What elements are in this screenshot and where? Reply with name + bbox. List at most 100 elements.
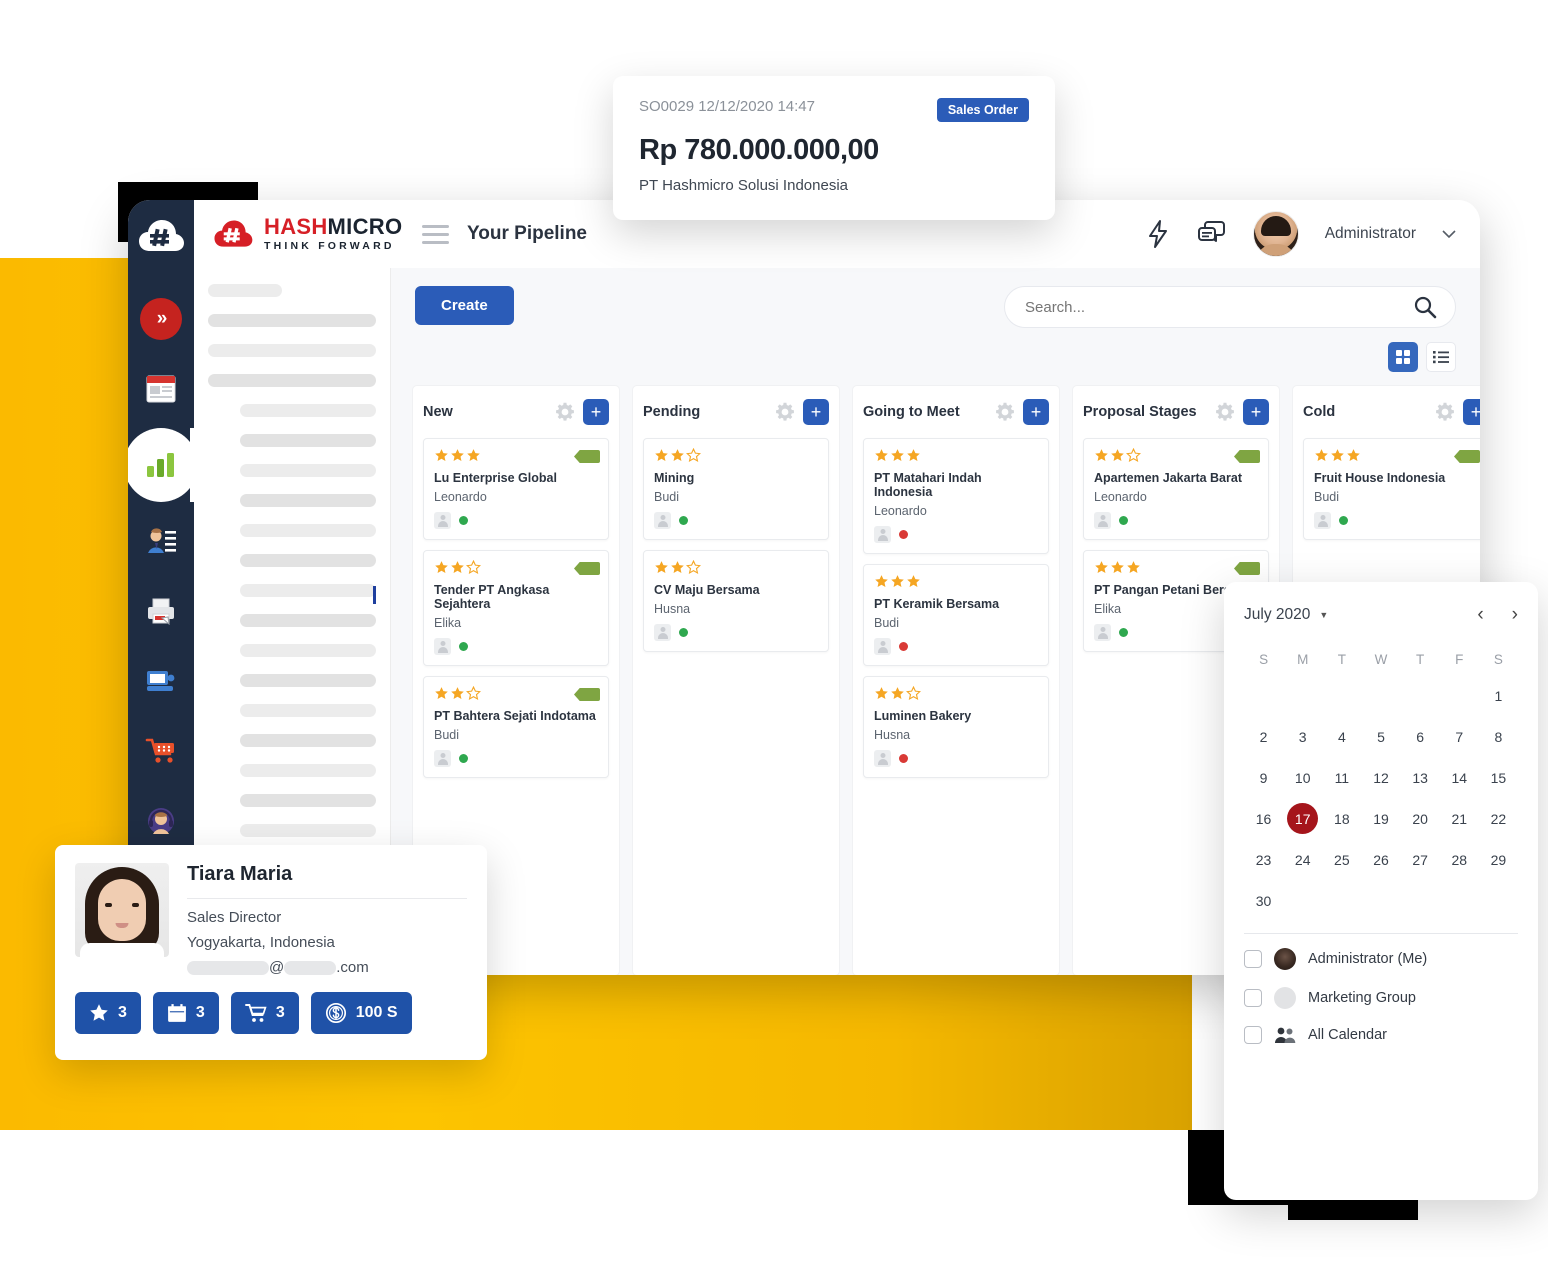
- user-menu-label[interactable]: Administrator: [1325, 225, 1416, 243]
- calendar-day[interactable]: 28: [1440, 839, 1479, 880]
- calendar-source-item[interactable]: Administrator (Me): [1244, 948, 1518, 970]
- card-rating-stars[interactable]: [654, 560, 818, 575]
- gear-icon[interactable]: [995, 402, 1015, 422]
- card-rating-stars[interactable]: [1094, 448, 1258, 463]
- calendar-day[interactable]: 18: [1322, 798, 1361, 839]
- create-button[interactable]: Create: [415, 286, 514, 325]
- sidebar-item-support[interactable]: [138, 798, 184, 844]
- grid-view-toggle[interactable]: [1388, 342, 1418, 372]
- calendar-day[interactable]: 12: [1361, 757, 1400, 798]
- contact-stat-badge[interactable]: 3: [75, 992, 141, 1034]
- sidebar-item-pos[interactable]: [138, 658, 184, 704]
- calendar-month-label[interactable]: July 2020: [1244, 606, 1310, 624]
- card-rating-stars[interactable]: [874, 686, 1038, 701]
- calendar-day-today[interactable]: 17: [1283, 798, 1322, 839]
- search-icon[interactable]: [1413, 295, 1437, 319]
- calendar-day[interactable]: 8: [1479, 716, 1518, 757]
- sidebar-item-expand-menu[interactable]: »: [138, 296, 184, 342]
- calendar-prev-button[interactable]: ‹: [1477, 604, 1483, 626]
- gear-icon[interactable]: [1435, 402, 1455, 422]
- pipeline-card[interactable]: Lu Enterprise Global Leonardo: [423, 438, 609, 540]
- sidebar-item-reports[interactable]: [132, 436, 190, 494]
- sidebar-item-sales[interactable]: [138, 728, 184, 774]
- search-input[interactable]: [1025, 298, 1413, 316]
- card-rating-stars[interactable]: [1094, 560, 1258, 575]
- calendar-source-item[interactable]: Marketing Group: [1244, 987, 1518, 1009]
- pipeline-card[interactable]: Tender PT Angkasa Sejahtera Elika: [423, 550, 609, 666]
- card-status-dot: [899, 530, 908, 539]
- add-card-button[interactable]: +: [1023, 399, 1049, 425]
- card-rating-stars[interactable]: [434, 686, 598, 701]
- sidebar-item-printing[interactable]: [138, 588, 184, 634]
- pipeline-card[interactable]: Apartemen Jakarta Barat Leonardo: [1083, 438, 1269, 540]
- card-rating-stars[interactable]: [434, 560, 598, 575]
- contact-stat-badge[interactable]: 3: [230, 992, 299, 1034]
- calendar-day[interactable]: 15: [1479, 757, 1518, 798]
- calendar-day[interactable]: 22: [1479, 798, 1518, 839]
- calendar-day[interactable]: 23: [1244, 839, 1283, 880]
- contact-stat-badge[interactable]: 3: [152, 992, 219, 1034]
- search-box[interactable]: [1004, 286, 1456, 328]
- user-avatar[interactable]: [1252, 211, 1299, 257]
- calendar-day[interactable]: 9: [1244, 757, 1283, 798]
- add-card-button[interactable]: +: [583, 399, 609, 425]
- calendar-weekday: T: [1416, 652, 1425, 667]
- calendar-day[interactable]: 20: [1401, 798, 1440, 839]
- pipeline-card[interactable]: PT Bahtera Sejati Indotama Budi: [423, 676, 609, 778]
- calendar-day[interactable]: 24: [1283, 839, 1322, 880]
- add-card-button[interactable]: +: [1463, 399, 1480, 425]
- pipeline-card[interactable]: PT Matahari Indah Indonesia Leonardo: [863, 438, 1049, 554]
- calendar-day[interactable]: 30: [1244, 880, 1283, 921]
- chat-icon[interactable]: [1197, 220, 1227, 248]
- sidebar-item-news[interactable]: [138, 366, 184, 412]
- calendar-day[interactable]: 14: [1440, 757, 1479, 798]
- pipeline-card[interactable]: CV Maju Bersama Husna: [643, 550, 829, 652]
- calendar-day[interactable]: 13: [1401, 757, 1440, 798]
- calendar-day[interactable]: 3: [1283, 716, 1322, 757]
- bar-chart-icon: [147, 453, 174, 477]
- calendar-day[interactable]: 1: [1479, 675, 1518, 716]
- divider: [1244, 933, 1518, 934]
- calendar-day[interactable]: 27: [1401, 839, 1440, 880]
- pipeline-card[interactable]: PT Keramik Bersama Budi: [863, 564, 1049, 666]
- calendar-source-item[interactable]: All Calendar: [1244, 1026, 1518, 1044]
- list-view-toggle[interactable]: [1426, 342, 1456, 372]
- calendar-day[interactable]: 16: [1244, 798, 1283, 839]
- card-rating-stars[interactable]: [654, 448, 818, 463]
- calendar-day[interactable]: 5: [1361, 716, 1400, 757]
- calendar-day[interactable]: 6: [1401, 716, 1440, 757]
- menu-toggle-icon[interactable]: [422, 224, 449, 244]
- pipeline-card[interactable]: Mining Budi: [643, 438, 829, 540]
- card-rating-stars[interactable]: [874, 574, 1038, 589]
- calendar-day[interactable]: 2: [1244, 716, 1283, 757]
- kanban-column-header: Pending +: [643, 386, 829, 438]
- calendar-day[interactable]: 10: [1283, 757, 1322, 798]
- calendar-day[interactable]: 19: [1361, 798, 1400, 839]
- calendar-day[interactable]: 11: [1322, 757, 1361, 798]
- contact-stat-badge[interactable]: 100 S: [310, 992, 412, 1034]
- add-card-button[interactable]: +: [1243, 399, 1269, 425]
- card-rating-stars[interactable]: [874, 448, 1038, 463]
- calendar-day[interactable]: 21: [1440, 798, 1479, 839]
- card-rating-stars[interactable]: [1314, 448, 1478, 463]
- calendar-source-checkbox[interactable]: [1244, 1026, 1262, 1044]
- lightning-bolt-icon[interactable]: [1145, 219, 1171, 249]
- calendar-source-checkbox[interactable]: [1244, 950, 1262, 968]
- calendar-day[interactable]: 4: [1322, 716, 1361, 757]
- calendar-next-button[interactable]: ›: [1512, 604, 1518, 626]
- gear-icon[interactable]: [1215, 402, 1235, 422]
- pipeline-card[interactable]: Fruit House Indonesia Budi: [1303, 438, 1480, 540]
- chevron-down-icon[interactable]: [1442, 229, 1456, 239]
- calendar-source-checkbox[interactable]: [1244, 989, 1262, 1007]
- gear-icon[interactable]: [555, 402, 575, 422]
- chevron-down-icon[interactable]: ▼: [1319, 610, 1328, 620]
- calendar-day[interactable]: 29: [1479, 839, 1518, 880]
- calendar-day[interactable]: 7: [1440, 716, 1479, 757]
- card-rating-stars[interactable]: [434, 448, 598, 463]
- calendar-day[interactable]: 25: [1322, 839, 1361, 880]
- calendar-day[interactable]: 26: [1361, 839, 1400, 880]
- sidebar-item-contacts[interactable]: [138, 518, 184, 564]
- pipeline-card[interactable]: Luminen Bakery Husna: [863, 676, 1049, 778]
- add-card-button[interactable]: +: [803, 399, 829, 425]
- gear-icon[interactable]: [775, 402, 795, 422]
